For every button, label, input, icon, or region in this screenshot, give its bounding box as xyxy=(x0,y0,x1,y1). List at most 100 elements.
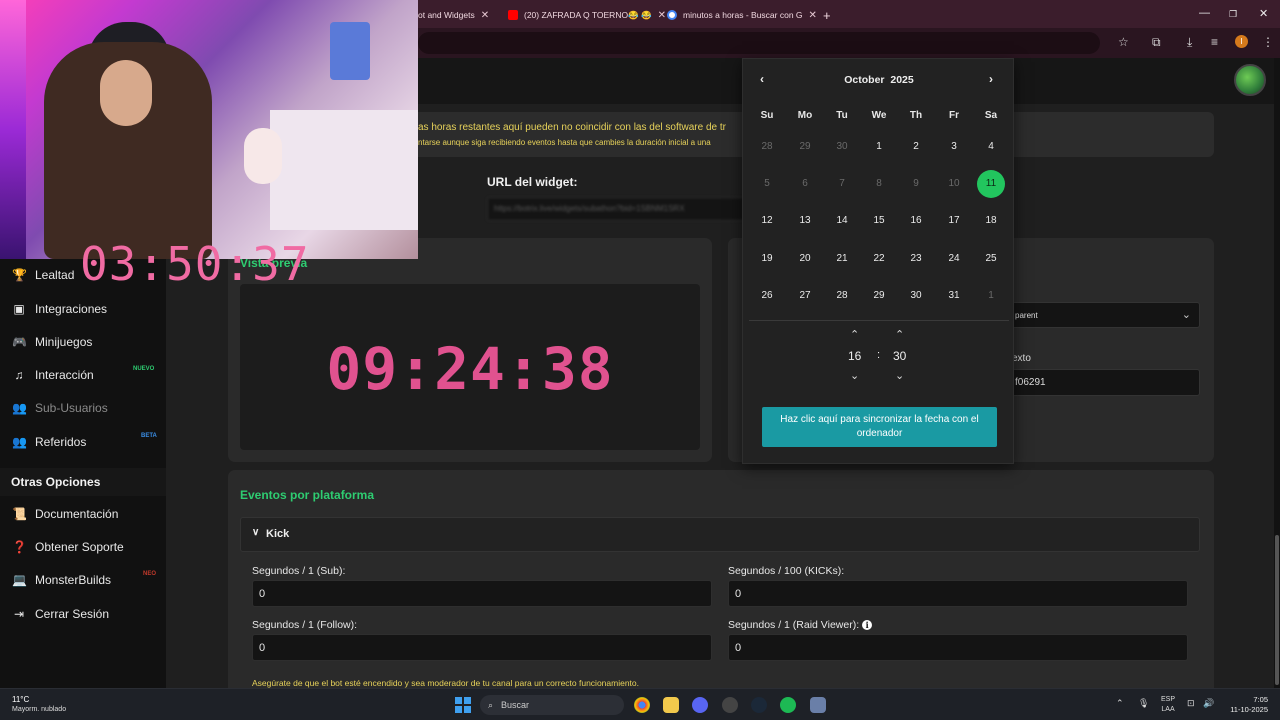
day-cell[interactable]: 27 xyxy=(791,282,819,310)
day-cell[interactable]: 28 xyxy=(753,133,781,161)
day-cell[interactable]: 7 xyxy=(828,170,856,198)
weather-widget[interactable]: 11°C Mayorm. nublado xyxy=(12,695,66,715)
discord-icon[interactable] xyxy=(692,697,708,713)
volume-icon[interactable]: 🔊 xyxy=(1203,698,1214,709)
steam-icon[interactable] xyxy=(751,697,767,713)
day-cell[interactable]: 30 xyxy=(902,282,930,310)
day-cell[interactable]: 3 xyxy=(940,133,968,161)
day-cell[interactable]: 15 xyxy=(865,207,893,235)
day-cell[interactable]: 25 xyxy=(977,245,1005,273)
follow-seconds-input[interactable]: 0 xyxy=(252,634,712,661)
close-tab-icon[interactable]: ✕ xyxy=(809,10,817,21)
new-tab-button[interactable]: + xyxy=(823,4,831,26)
text-color-input[interactable]: f06291 xyxy=(1004,369,1200,396)
hour-up-icon[interactable]: ⌃ xyxy=(850,328,859,341)
minute-down-icon[interactable]: ⌄ xyxy=(895,369,904,382)
day-cell[interactable]: 20 xyxy=(791,245,819,273)
day-cell[interactable]: 1 xyxy=(977,282,1005,310)
minimize-icon[interactable]: — xyxy=(1199,7,1210,19)
sidebar-item-sub-usuarios[interactable]: 👥 Sub-Usuarios xyxy=(12,401,108,415)
windows-start-icon[interactable] xyxy=(455,697,471,713)
day-cell[interactable]: 28 xyxy=(828,282,856,310)
info-icon[interactable]: i xyxy=(862,620,873,630)
next-month-icon[interactable]: › xyxy=(989,72,993,86)
spotify-icon[interactable] xyxy=(780,697,796,713)
close-tab-icon[interactable]: ✕ xyxy=(481,10,489,21)
day-cell[interactable]: 23 xyxy=(902,245,930,273)
day-cell[interactable]: 2 xyxy=(902,133,930,161)
network-icon[interactable]: ⊡ xyxy=(1187,698,1195,709)
chrome-icon[interactable] xyxy=(634,697,650,713)
tab-google-search[interactable]: minutos a horas - Buscar con G ✕ xyxy=(667,4,817,26)
extensions-icon[interactable]: ⧉ xyxy=(1152,35,1161,50)
scrollbar-thumb[interactable] xyxy=(1275,535,1279,685)
sidebar-item-lealtad[interactable]: 🏆 Lealtad xyxy=(12,268,74,282)
system-clock[interactable]: 7:05 11-10-2025 xyxy=(1222,695,1268,715)
sidebar-item-integraciones[interactable]: ▣ Integraciones xyxy=(12,302,107,316)
day-cell[interactable]: 14 xyxy=(828,207,856,235)
sidebar-item-label: Integraciones xyxy=(35,302,108,316)
microphone-icon[interactable]: 🎙 xyxy=(1138,698,1149,709)
language-indicator[interactable]: ESP LAA xyxy=(1161,695,1175,715)
day-cell-selected[interactable]: 11 xyxy=(977,170,1005,198)
day-cell[interactable]: 18 xyxy=(977,207,1005,235)
tab-youtube[interactable]: (20) ZAFRADA Q TOERNO😂 😂 ✕ xyxy=(508,4,666,26)
sidebar-item-minijuegos[interactable]: 🎮 Minijuegos xyxy=(12,335,92,349)
raid-viewer-label: Segundos / 1 (Raid Viewer): i xyxy=(728,619,873,631)
day-cell[interactable]: 12 xyxy=(753,207,781,235)
day-cell[interactable]: 13 xyxy=(791,207,819,235)
sidebar-item-interaccion[interactable]: ♫ Interacción xyxy=(12,368,94,382)
day-cell[interactable]: 6 xyxy=(791,170,819,198)
hour-down-icon[interactable]: ⌄ xyxy=(850,369,859,382)
day-cell[interactable]: 5 xyxy=(753,170,781,198)
folder-icon[interactable] xyxy=(663,697,679,713)
sub-seconds-input[interactable]: 0 xyxy=(252,580,712,607)
day-cell[interactable]: 29 xyxy=(791,133,819,161)
widget-url-field[interactable]: https://botrix.live/widgets/subathon?bid… xyxy=(487,197,745,221)
day-cell[interactable]: 19 xyxy=(753,245,781,273)
minute-value[interactable]: 30 xyxy=(893,349,906,363)
day-cell[interactable]: 9 xyxy=(902,170,930,198)
day-cell[interactable]: 22 xyxy=(865,245,893,273)
day-cell[interactable]: 16 xyxy=(902,207,930,235)
day-cell[interactable]: 4 xyxy=(977,133,1005,161)
restore-icon[interactable]: ❐ xyxy=(1229,9,1237,20)
day-cell[interactable]: 17 xyxy=(940,207,968,235)
download-icon[interactable]: ⤓ xyxy=(1187,35,1192,50)
sidebar-item-referidos[interactable]: 👥 Referidos xyxy=(12,435,86,449)
calculator-icon[interactable] xyxy=(810,697,826,713)
kick-accordion-header[interactable] xyxy=(240,517,1200,552)
raid-viewer-input[interactable]: 0 xyxy=(728,634,1188,661)
menu-kebab-icon[interactable]: ⋮ xyxy=(1262,35,1274,49)
media-queue-icon[interactable]: ≡ xyxy=(1211,35,1218,49)
taskbar-search[interactable]: ⌕ Buscar xyxy=(480,695,624,715)
day-cell[interactable]: 29 xyxy=(865,282,893,310)
sync-date-button[interactable]: Haz clic aquí para sincronizar la fecha … xyxy=(762,407,997,447)
sidebar-item-cerrar-sesion[interactable]: ⇥ Cerrar Sesión xyxy=(12,607,109,621)
day-cell[interactable]: 30 xyxy=(828,133,856,161)
sidebar-item-documentacion[interactable]: 📜 Documentación xyxy=(12,507,118,521)
tray-chevron-icon[interactable]: ⌃ xyxy=(1116,698,1124,709)
close-window-icon[interactable]: ✕ xyxy=(1259,7,1268,20)
url-input[interactable] xyxy=(418,32,1100,54)
day-cell[interactable]: 10 xyxy=(940,170,968,198)
day-cell[interactable]: 31 xyxy=(940,282,968,310)
star-icon[interactable]: ☆ xyxy=(1118,35,1129,49)
obs-icon[interactable] xyxy=(722,697,738,713)
day-cell[interactable]: 24 xyxy=(940,245,968,273)
weekday-label: Tu xyxy=(836,110,848,121)
sidebar-item-monsterbuilds[interactable]: 💻 MonsterBuilds xyxy=(12,573,111,587)
close-tab-icon[interactable]: ✕ xyxy=(658,10,666,21)
hour-value[interactable]: 16 xyxy=(848,349,861,363)
sidebar-item-soporte[interactable]: ❓ Obtener Soporte xyxy=(12,540,124,554)
profile-avatar[interactable]: I xyxy=(1235,35,1248,48)
style-select[interactable]: parent ⌄ xyxy=(1004,302,1200,328)
day-cell[interactable]: 26 xyxy=(753,282,781,310)
user-avatar[interactable] xyxy=(1234,64,1266,96)
kicks-seconds-input[interactable]: 0 xyxy=(728,580,1188,607)
tab-bot-widgets[interactable]: ot and Widgets ✕ xyxy=(418,4,489,26)
minute-up-icon[interactable]: ⌃ xyxy=(895,328,904,341)
day-cell[interactable]: 8 xyxy=(865,170,893,198)
day-cell[interactable]: 1 xyxy=(865,133,893,161)
day-cell[interactable]: 21 xyxy=(828,245,856,273)
